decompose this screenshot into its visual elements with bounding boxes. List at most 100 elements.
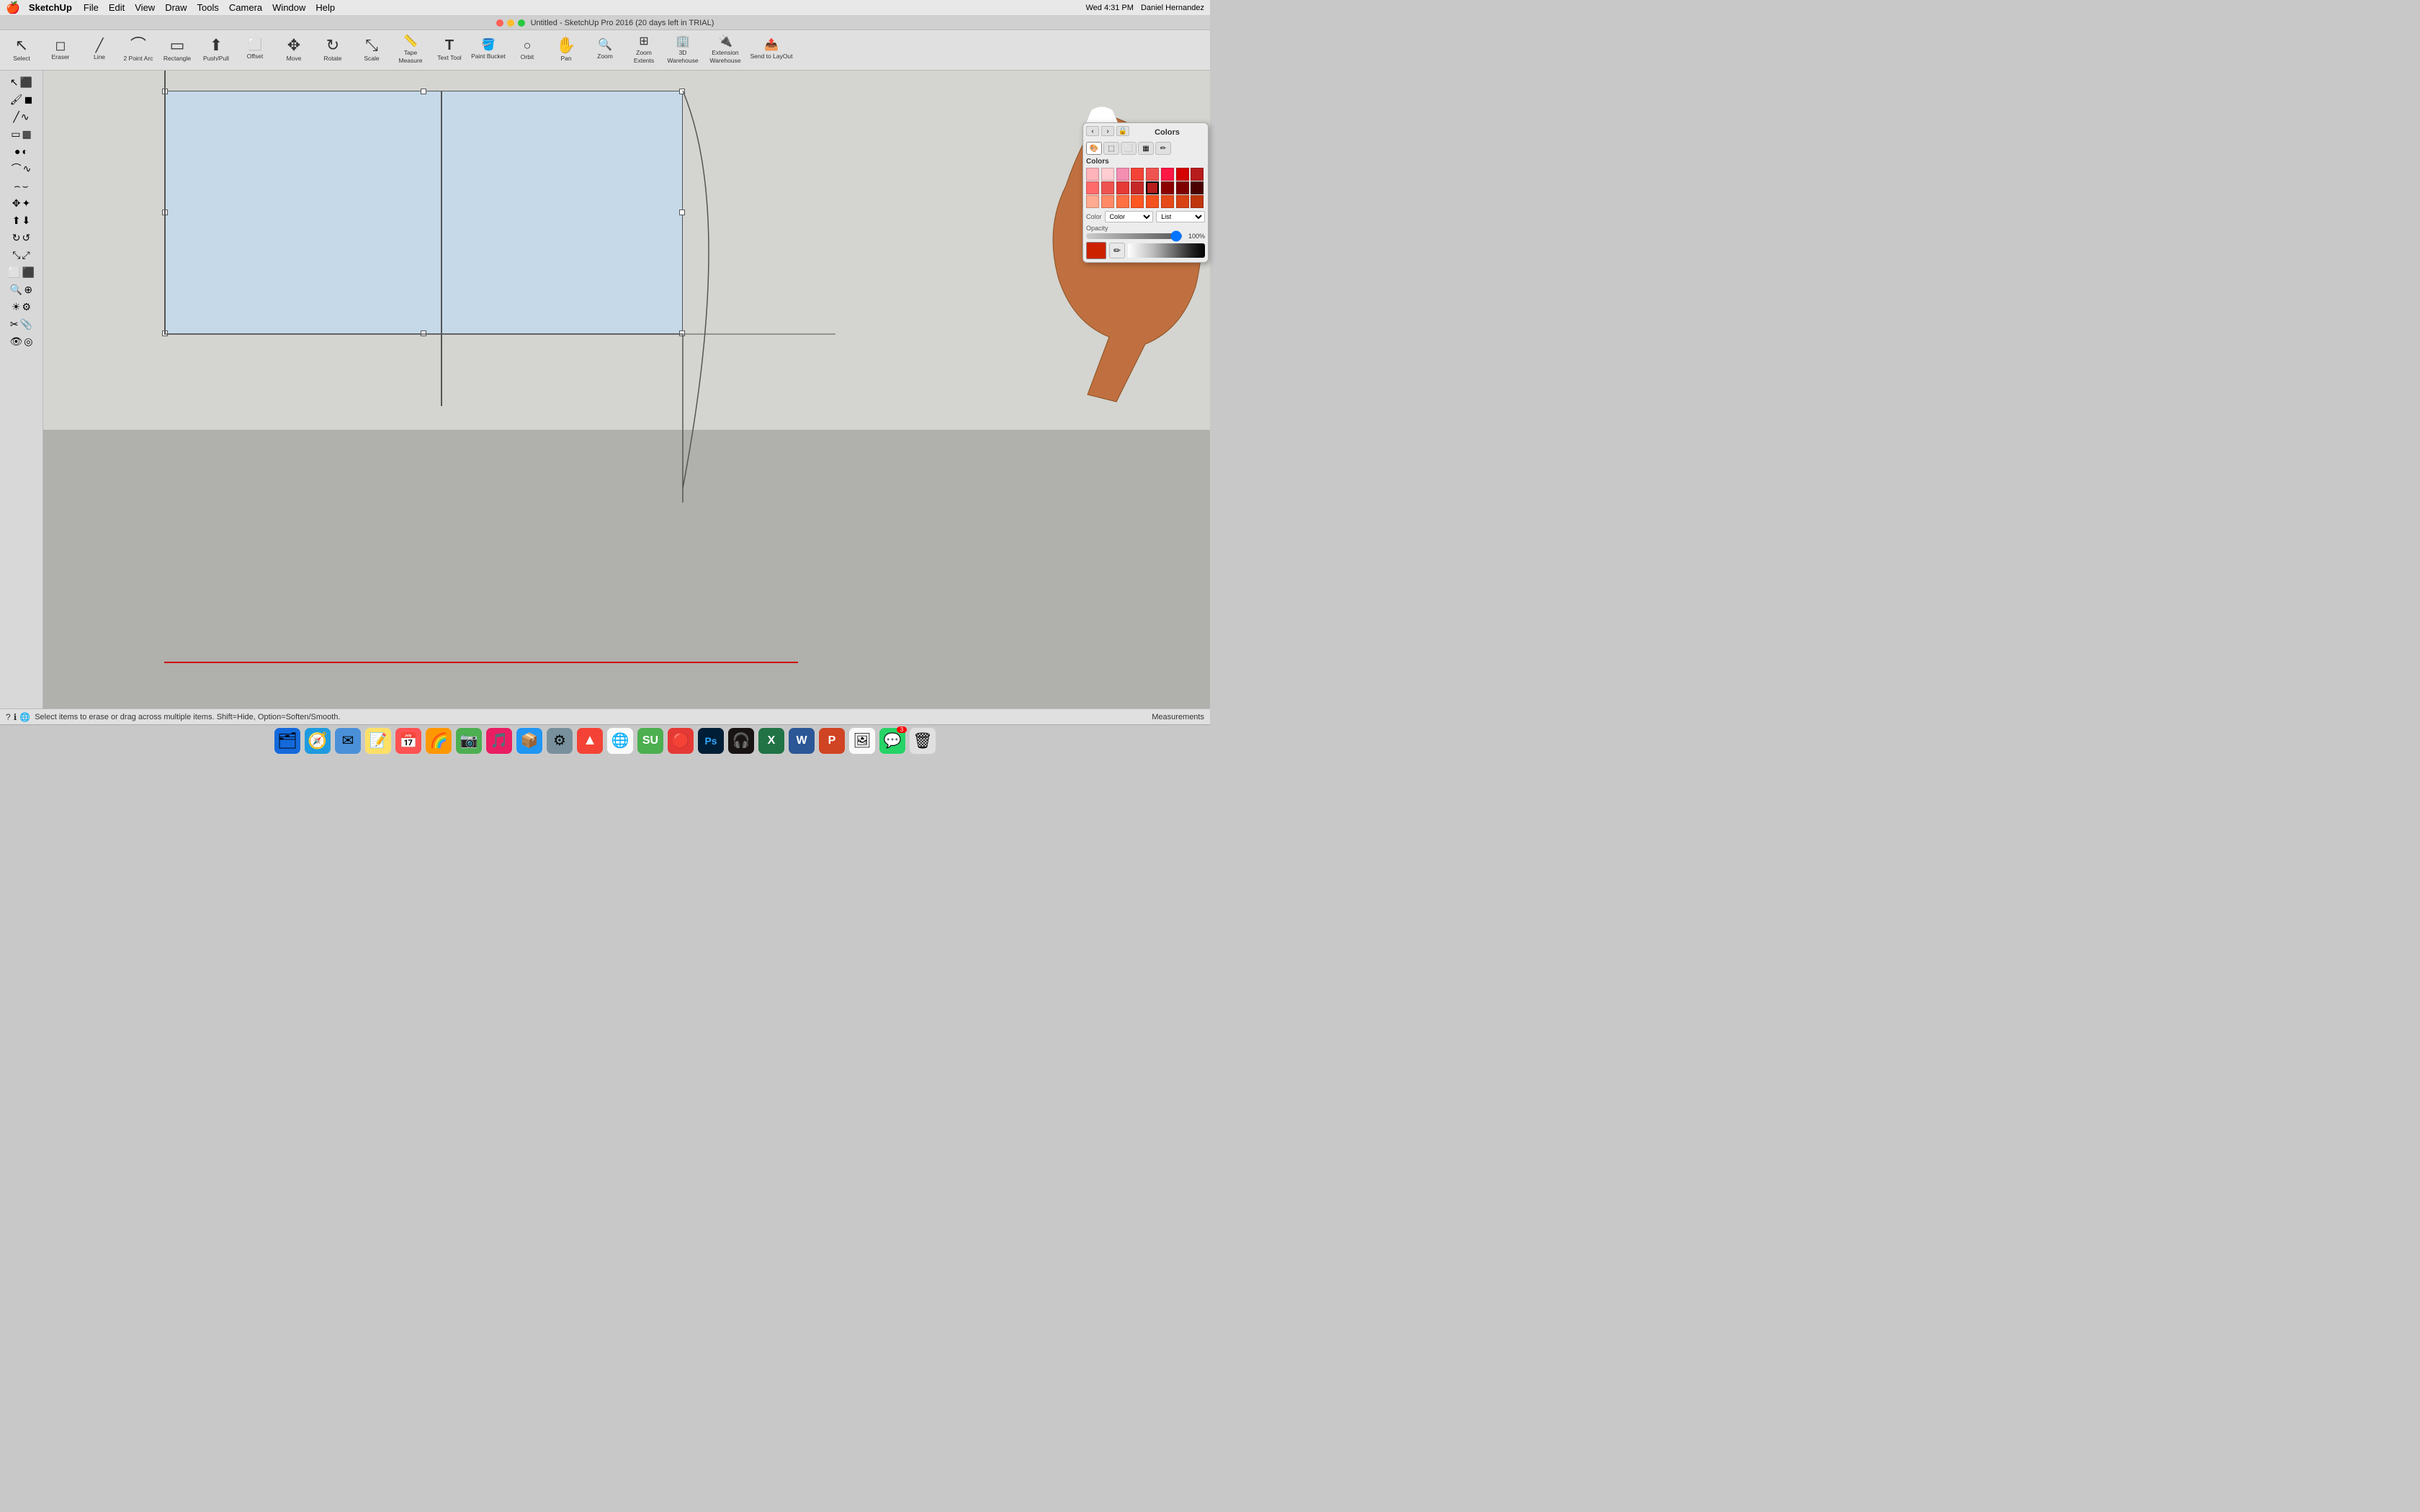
tool-extwarehouse[interactable]: 🔌 Extension Warehouse [703,32,748,69]
tool-eraser[interactable]: ◻ Eraser [42,32,79,69]
menu-tools[interactable]: Tools [197,2,219,13]
color-cell[interactable] [1101,168,1114,181]
tool-rotate[interactable]: ↻ Rotate [314,32,351,69]
color-cell[interactable] [1146,195,1159,208]
dock-calendar[interactable]: 📅 [395,727,422,755]
color-list-select[interactable]: List [1156,211,1205,222]
tool-texttool[interactable]: T Text Tool [431,32,468,69]
sidebar-tool-eye[interactable]: 👁 ◎ [1,333,42,350]
dock-mail[interactable]: ✉ [334,727,362,755]
sidebar-tool-line[interactable]: ╱ ∿ [1,108,42,125]
app-name[interactable]: SketchUp [29,2,72,13]
color-cell[interactable] [1086,181,1099,194]
sidebar-tool-section[interactable]: ✂ 📎 [1,315,42,333]
color-cell[interactable] [1161,181,1174,194]
tab-wheel[interactable]: 🎨 [1086,142,1102,155]
dock-powerpoint[interactable]: P [818,727,846,755]
sidebar-tool-arc[interactable]: ⌒ ∿ [1,160,42,177]
tab-image[interactable]: ▦ [1138,142,1154,155]
tool-pan[interactable]: ✋ Pan [547,32,585,69]
color-cell[interactable] [1116,181,1129,194]
tool-orbit[interactable]: ○ Orbit [508,32,546,69]
dock-artrage[interactable]: 🔴 [667,727,694,755]
sidebar-tool-offset[interactable]: ⬜ ⬛ [1,264,42,281]
tab-palette[interactable]: ⬜ [1121,142,1137,155]
sidebar-tool-paint[interactable]: 🖌 ◼ [1,91,42,108]
opacity-slider[interactable] [1086,233,1182,239]
dock-sketchup[interactable]: SU [637,727,664,755]
panel-prev-btn[interactable]: ‹ [1086,126,1099,136]
dock-safari[interactable]: 🧭 [304,727,331,755]
dock-artstudio[interactable]: ▲ [576,727,604,755]
tool-arc[interactable]: ⌒ 2 Point Arc [120,32,157,69]
menu-file[interactable]: File [84,2,99,13]
dock-finder[interactable]: 🗂 [274,727,301,755]
panel-next-btn[interactable]: › [1101,126,1114,136]
menu-view[interactable]: View [135,2,155,13]
tool-pushpull[interactable]: ⬆ Push/Pull [197,32,235,69]
tool-scale[interactable]: ⤡ Scale [353,32,390,69]
tool-paintbucket[interactable]: 🪣 Paint Bucket [470,32,507,69]
color-cell[interactable] [1116,195,1129,208]
apple-menu[interactable]: 🍎 [6,1,20,15]
color-cell[interactable] [1131,195,1144,208]
color-cell[interactable] [1146,168,1159,181]
dock-trash[interactable]: 🗑 [909,727,936,755]
dock-photos2[interactable]: 🖼 [848,727,876,755]
dock-systemprefs[interactable]: ⚙ [546,727,573,755]
dock-excel[interactable]: X [758,727,785,755]
tool-warehouse3d[interactable]: 🏢 3D Warehouse [664,32,702,69]
color-cell[interactable] [1176,168,1189,181]
zoom-button[interactable] [518,19,525,27]
sidebar-tool-select[interactable]: ↖ ⬛ [1,73,42,91]
status-info-icon[interactable]: ℹ [14,712,17,722]
color-type-select[interactable]: Color [1105,211,1154,222]
tool-offset[interactable]: ⬜ Offset [236,32,274,69]
color-cell[interactable] [1101,181,1114,194]
dock-appstore[interactable]: 📦 [516,727,543,755]
dock-facetime[interactable]: 📷 [455,727,483,755]
tool-rectangle[interactable]: ▭ Rectangle [158,32,196,69]
color-cell[interactable] [1161,195,1174,208]
dock-photos[interactable]: 🌈 [425,727,452,755]
color-cell[interactable] [1191,168,1204,181]
dock-photoshop[interactable]: Ps [697,727,725,755]
color-cell[interactable] [1131,181,1144,194]
panel-lock-btn[interactable]: 🔒 [1116,126,1129,136]
handle-br[interactable] [679,330,685,336]
sidebar-tool-freehand[interactable]: ⌢ ⌣ [1,177,42,194]
tool-tapemeasure[interactable]: 📏 Tape Measure [392,32,429,69]
tool-select[interactable]: ↖ Select [3,32,40,69]
minimize-button[interactable] [507,19,514,27]
tool-zoomextents[interactable]: ⊞ Zoom Extents [625,32,663,69]
sidebar-tool-walk[interactable]: ☀ ⚙ [1,298,42,315]
tab-crayons[interactable]: ✏ [1155,142,1171,155]
dock-chrome[interactable]: 🌐 [606,727,634,755]
menu-draw[interactable]: Draw [165,2,187,13]
color-cell[interactable] [1086,168,1099,181]
menu-help[interactable]: Help [315,2,335,13]
color-cell-selected[interactable] [1146,181,1159,194]
sidebar-tool-pushpull[interactable]: ⬆ ⬇ [1,212,42,229]
handle-mr[interactable] [679,210,685,215]
tab-sliders[interactable]: ⬚ [1103,142,1119,155]
color-cell[interactable] [1176,181,1189,194]
dock-notes[interactable]: 📝 [364,727,392,755]
handle-bc[interactable] [421,330,426,336]
status-globe-icon[interactable]: 🌐 [19,712,30,722]
menu-edit[interactable]: Edit [109,2,125,13]
sidebar-tool-move[interactable]: ✥ ✦ [1,194,42,212]
dock-music[interactable]: 🎵 [485,727,513,755]
tool-zoom[interactable]: 🔍 Zoom [586,32,624,69]
main-rectangle[interactable] [164,91,683,334]
sidebar-tool-search[interactable]: 🔍 ⊕ [1,281,42,298]
status-help-icon[interactable]: ? [6,712,11,722]
color-cell[interactable] [1131,168,1144,181]
eyedropper-button[interactable]: ✏ [1109,243,1125,258]
dock-whatsapp[interactable]: 💬 3 [879,727,906,755]
color-cell[interactable] [1191,195,1204,208]
color-cell[interactable] [1086,195,1099,208]
sidebar-tool-circle[interactable]: ● ◐ [1,143,42,160]
color-cell[interactable] [1161,168,1174,181]
canvas-area[interactable] [43,71,1210,724]
